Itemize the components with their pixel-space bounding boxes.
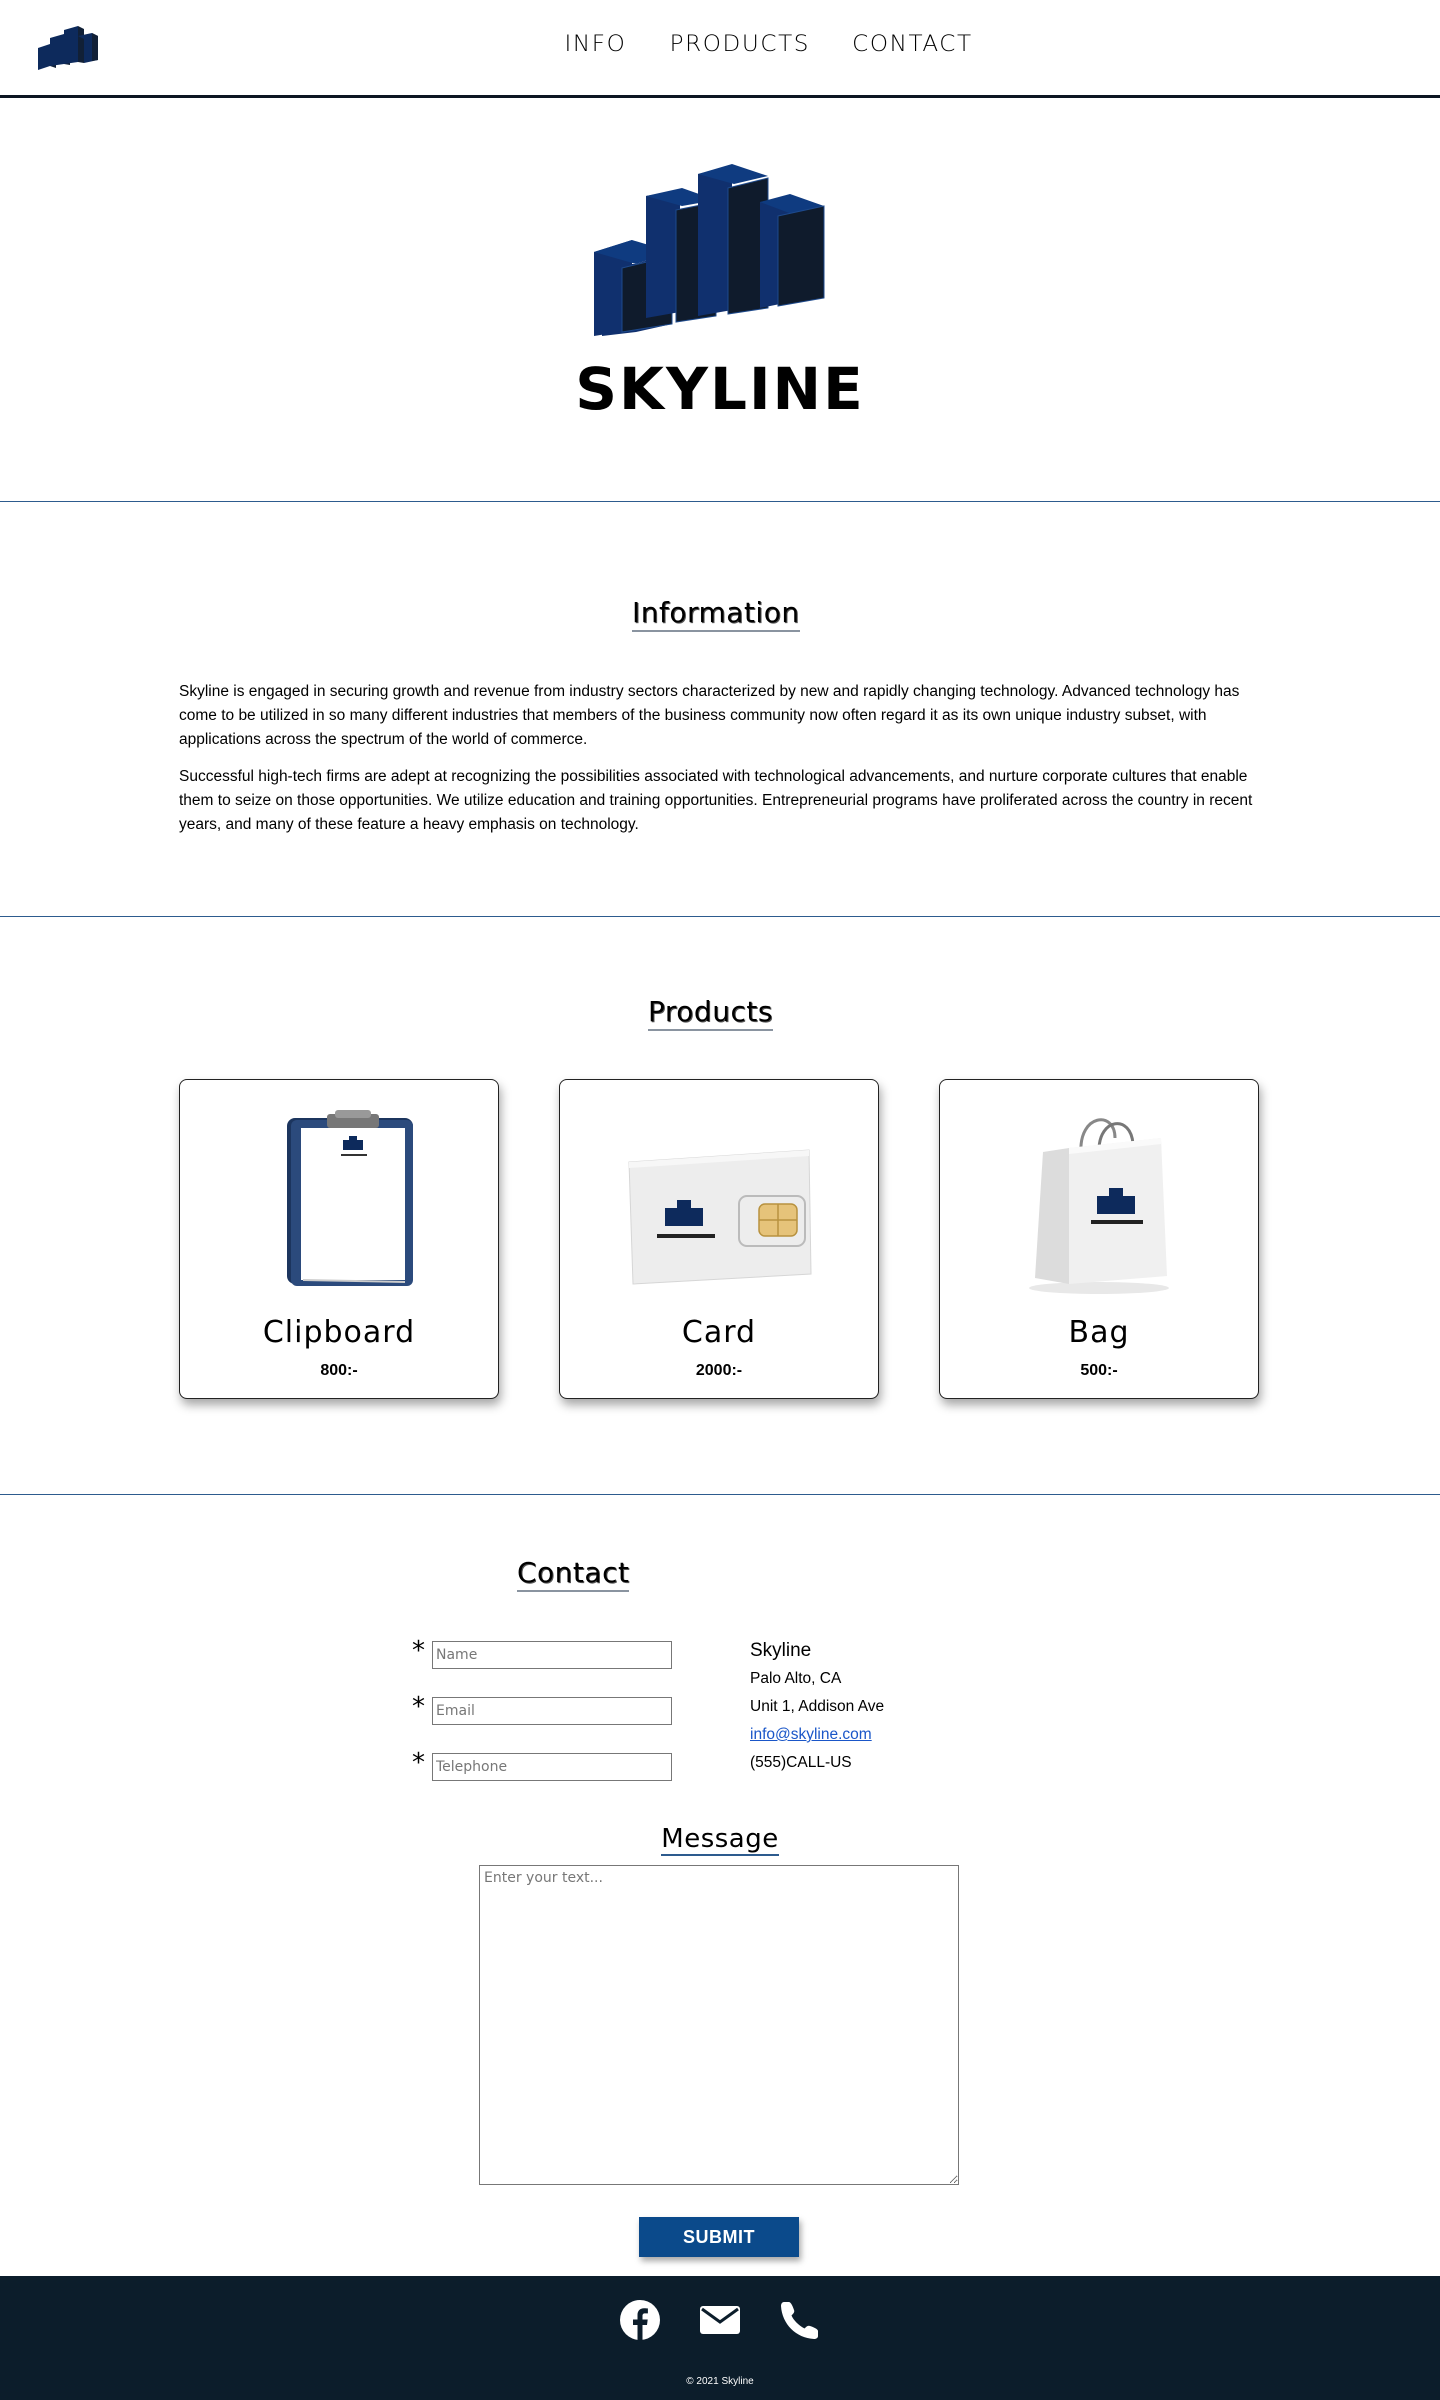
- nav-links: INFO PRODUCTS CONTACT: [565, 32, 971, 66]
- footer-icons: [618, 2298, 822, 2342]
- information-paragraph: Successful high-tech firms are adept at …: [179, 768, 1253, 833]
- products-section: Products Clipboard 800:- Card 2000:- Bag…: [0, 918, 1440, 1495]
- submit-button[interactable]: SUBMIT: [639, 2217, 799, 2257]
- information-paragraph: Skyline is engaged in securing growth an…: [179, 683, 1240, 748]
- product-card-card[interactable]: Card 2000:-: [559, 1079, 879, 1399]
- product-price: 800:-: [320, 1362, 358, 1379]
- address-city: Palo Alto, CA: [750, 1670, 842, 1687]
- company-address: Skyline Palo Alto, CA Unit 1, Addison Av…: [750, 1640, 884, 1782]
- contact-heading: Contact: [517, 1556, 630, 1592]
- nav-link-info[interactable]: INFO: [565, 32, 627, 66]
- clipboard-product-image: [287, 1110, 413, 1286]
- skyline-logo-icon[interactable]: [36, 26, 100, 70]
- nav-link-contact[interactable]: CONTACT: [852, 32, 973, 66]
- telephone-field-row: *: [412, 1748, 672, 1781]
- required-marker: *: [412, 1748, 425, 1778]
- product-name: Bag: [1068, 1315, 1130, 1350]
- footer: © 2021 Skyline: [0, 2276, 1440, 2400]
- information-section: Information Skyline is engaged in securi…: [0, 503, 1440, 917]
- mail-icon[interactable]: [698, 2298, 742, 2342]
- message-heading: Message: [661, 1824, 779, 1856]
- nav-link-products[interactable]: PRODUCTS: [670, 32, 810, 66]
- top-navbar: INFO PRODUCTS CONTACT: [0, 0, 1440, 98]
- name-input[interactable]: [432, 1641, 672, 1669]
- phone-number: (555)CALL-US: [750, 1754, 852, 1771]
- facebook-icon[interactable]: [618, 2298, 662, 2342]
- hero-title: SKYLINE: [575, 355, 865, 423]
- product-price: 500:-: [1080, 1362, 1118, 1379]
- required-marker: *: [412, 1692, 425, 1722]
- contact-section: Contact * * * Skyline Palo Alto, CA Unit…: [0, 1496, 1440, 2276]
- product-price: 2000:-: [695, 1362, 743, 1379]
- hero-section: SKYLINE: [0, 100, 1440, 502]
- product-name: Clipboard: [262, 1315, 416, 1350]
- message-heading-wrap: Message: [0, 1824, 1440, 1856]
- copyright-text: © 2021 Skyline: [686, 2376, 754, 2387]
- skyline-buildings-logo-icon: [594, 164, 825, 336]
- address-street: Unit 1, Addison Ave: [750, 1698, 885, 1715]
- email-link[interactable]: info@skyline.com: [750, 1726, 884, 1744]
- name-field-row: *: [412, 1636, 672, 1669]
- email-input[interactable]: [432, 1697, 672, 1725]
- required-marker: *: [412, 1636, 425, 1666]
- information-text: Skyline is engaged in securing growth an…: [179, 680, 1261, 850]
- product-name: Card: [681, 1315, 757, 1350]
- telephone-input[interactable]: [432, 1753, 672, 1781]
- product-card-clipboard[interactable]: Clipboard 800:-: [179, 1079, 499, 1399]
- email-field-row: *: [412, 1692, 672, 1725]
- company-name: Skyline: [750, 1640, 812, 1661]
- products-heading: Products: [648, 995, 773, 1031]
- information-heading: Information: [632, 596, 800, 632]
- shopping-bag-product-image: [1029, 1118, 1169, 1294]
- phone-icon[interactable]: [778, 2298, 822, 2342]
- sim-card-product-image: [628, 1149, 812, 1285]
- product-card-bag[interactable]: Bag 500:-: [939, 1079, 1259, 1399]
- message-textarea[interactable]: [479, 1865, 959, 2185]
